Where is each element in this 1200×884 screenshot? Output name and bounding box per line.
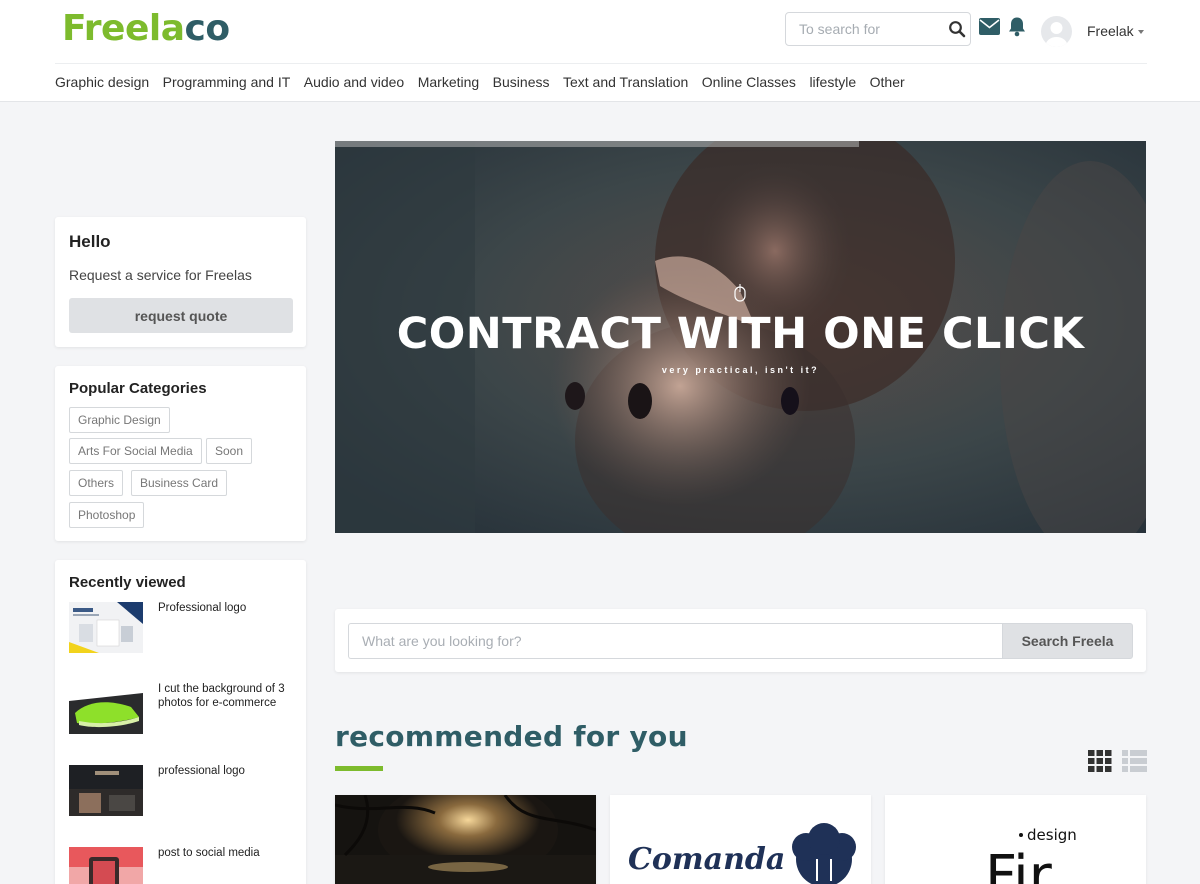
hero-progress-bar bbox=[335, 141, 859, 147]
popular-categories-card: Popular Categories Graphic Design Arts F… bbox=[55, 366, 306, 541]
recent-thumbnail[interactable] bbox=[69, 683, 143, 734]
sunset-landscape-image bbox=[335, 795, 596, 884]
bell-icon[interactable] bbox=[1007, 16, 1027, 37]
nav-item-business[interactable]: Business bbox=[493, 74, 550, 90]
search-icon[interactable] bbox=[948, 20, 966, 38]
header-search-input[interactable] bbox=[786, 13, 936, 45]
recent-item-title[interactable]: Professional logo bbox=[158, 602, 294, 616]
list-view-icon[interactable] bbox=[1122, 750, 1147, 772]
username[interactable]: Freelak bbox=[1087, 23, 1134, 39]
recent-item-title[interactable]: professional logo bbox=[158, 765, 294, 779]
fir-logo-small-text: design bbox=[1027, 826, 1077, 844]
search-button[interactable]: Search Freela bbox=[1002, 623, 1133, 659]
hero-banner[interactable]: CONTRACT WITH ONE CLICK very practical, … bbox=[335, 141, 1146, 533]
logo-text-secondary: co bbox=[184, 8, 231, 49]
hello-card: Hello Request a service for Freelas requ… bbox=[55, 217, 306, 347]
main-search-card: Search Freela bbox=[335, 609, 1146, 672]
nav-item-lifestyle[interactable]: lifestyle bbox=[809, 74, 856, 90]
nav-item-graphic-design[interactable]: Graphic design bbox=[55, 74, 149, 90]
fir-design-logo-image: Fir design bbox=[885, 795, 1146, 884]
nav-item-text-translation[interactable]: Text and Translation bbox=[563, 74, 688, 90]
header-divider bbox=[55, 63, 1147, 64]
service-card[interactable]: Fir design bbox=[885, 795, 1146, 884]
nav-item-online-classes[interactable]: Online Classes bbox=[702, 74, 796, 90]
recent-item[interactable]: I cut the background of 3 photos for e-c… bbox=[69, 683, 294, 743]
hero-headline: CONTRACT WITH ONE CLICK bbox=[396, 309, 1085, 359]
recent-item-title[interactable]: I cut the background of 3 photos for e-c… bbox=[158, 683, 294, 710]
nav-item-marketing[interactable]: Marketing bbox=[418, 74, 479, 90]
avatar[interactable] bbox=[1041, 16, 1072, 47]
recently-viewed-title: Recently viewed bbox=[69, 574, 186, 591]
service-card[interactable]: Comanda bbox=[610, 795, 871, 884]
nav-item-other[interactable]: Other bbox=[870, 74, 905, 90]
logo-text-primary: Freela bbox=[62, 8, 185, 49]
chevron-down-icon[interactable] bbox=[1138, 30, 1144, 34]
category-tag[interactable]: Photoshop bbox=[69, 502, 145, 528]
mail-icon[interactable] bbox=[979, 18, 1000, 35]
nav-item-audio-video[interactable]: Audio and video bbox=[304, 74, 404, 90]
hero-subtitle: very practical, isn't it? bbox=[661, 365, 820, 375]
category-tag[interactable]: Graphic Design bbox=[69, 407, 170, 433]
category-tag[interactable]: Business Card bbox=[131, 470, 228, 496]
fir-logo-text: Fir bbox=[985, 844, 1053, 884]
comanda-logo-image: Comanda bbox=[610, 795, 871, 884]
mouse-icon bbox=[734, 284, 746, 302]
category-tag[interactable]: Others bbox=[69, 470, 124, 496]
hello-title: Hello bbox=[69, 232, 111, 251]
service-card[interactable] bbox=[335, 795, 596, 884]
recent-item[interactable]: Professional logo bbox=[69, 602, 294, 662]
main-search-input[interactable] bbox=[348, 623, 1003, 659]
recent-thumbnail[interactable] bbox=[69, 765, 143, 816]
category-tag[interactable]: Arts For Social Media bbox=[69, 438, 202, 464]
category-tag[interactable]: Soon bbox=[206, 438, 253, 464]
popular-categories-title: Popular Categories bbox=[69, 380, 207, 397]
nav-item-programming[interactable]: Programming and IT bbox=[163, 74, 291, 90]
request-quote-button[interactable]: request quote bbox=[69, 298, 293, 333]
recent-thumbnail[interactable] bbox=[69, 602, 143, 653]
top-header: Freelaco Freelak Graphic design Programm… bbox=[0, 0, 1200, 102]
recently-viewed-card: Recently viewed Professional logo I cut … bbox=[55, 560, 306, 884]
hello-subtitle: Request a service for Freelas bbox=[69, 267, 252, 283]
recent-thumbnail[interactable] bbox=[69, 847, 143, 884]
header-search bbox=[785, 12, 971, 46]
category-nav: Graphic design Programming and IT Audio … bbox=[55, 74, 905, 90]
recent-item-title[interactable]: post to social media bbox=[158, 847, 294, 861]
recommended-title: recommended for you bbox=[335, 720, 688, 753]
recent-item[interactable]: post to social media bbox=[69, 847, 294, 884]
comanda-logo-text: Comanda bbox=[628, 842, 785, 877]
logo[interactable]: Freelaco bbox=[62, 8, 230, 49]
grid-view-icon[interactable] bbox=[1088, 750, 1112, 772]
title-underline bbox=[335, 766, 383, 771]
recent-item[interactable]: professional logo bbox=[69, 765, 294, 825]
